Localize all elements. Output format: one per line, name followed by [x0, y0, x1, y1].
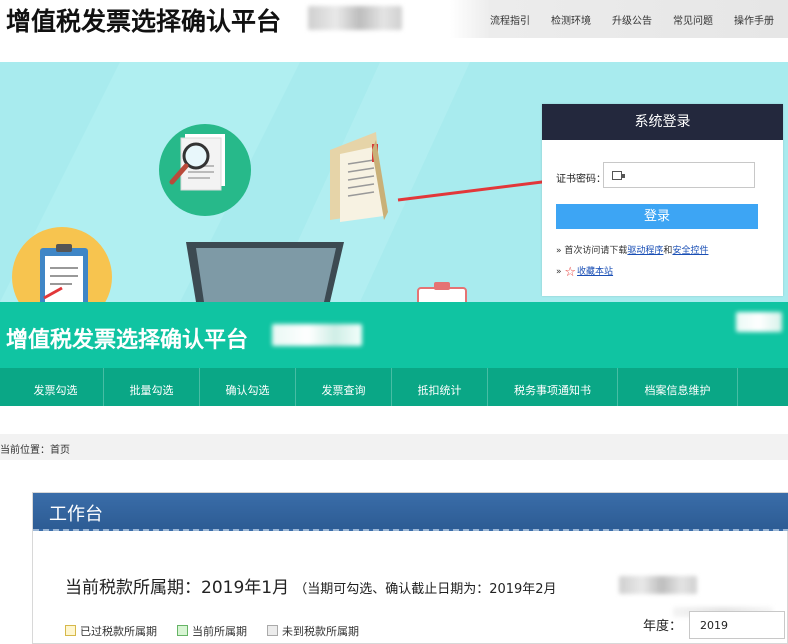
- legend-label: 当前所属期: [192, 625, 247, 638]
- bookmark-site-link[interactable]: 收藏本站: [577, 267, 613, 277]
- top-nav-process-guide[interactable]: 流程指引: [490, 12, 530, 27]
- legend-label: 未到税款所属期: [282, 625, 359, 638]
- note-bullet: »: [556, 267, 562, 277]
- site-title: 增值税发票选择确认平台: [6, 7, 282, 36]
- key-icon: [612, 171, 625, 180]
- nav-archive-maintenance[interactable]: 档案信息维护: [618, 368, 738, 406]
- top-nav: 流程指引 检测环境 升级公告 常见问题 操作手册: [450, 0, 788, 38]
- top-nav-check-environment[interactable]: 检测环境: [551, 12, 591, 27]
- breadcrumb: 当前位置：首页: [0, 445, 70, 456]
- legend-label: 已过税款所属期: [80, 625, 157, 638]
- note-bullet: »: [556, 246, 562, 256]
- check-deadline-text: （当期可勾选、确认截止日期为：2019年2月: [294, 582, 557, 597]
- redacted-text: [272, 324, 362, 346]
- tax-period-line: 当前税款所属期：2019年1月 （当期可勾选、确认截止日期为：2019年2月: [65, 573, 557, 598]
- nav-confirm-check[interactable]: 确认勾选: [200, 368, 296, 406]
- legend-swatch-past: [65, 625, 76, 636]
- nav-invoice-check[interactable]: 发票勾选: [8, 368, 104, 406]
- nav-tax-notice[interactable]: 税务事项通知书: [488, 368, 618, 406]
- workbench-title: 工作台: [49, 504, 103, 525]
- star-icon: ☆: [564, 265, 577, 280]
- driver-download-link[interactable]: 驱动程序: [627, 246, 663, 256]
- year-label: 年度：: [643, 619, 683, 634]
- first-visit-text: 首次访问请下载: [564, 246, 628, 256]
- login-panel: 系统登录 证书密码： 登录 » 首次访问请下载驱动程序和安全控件 » ☆收藏本站: [542, 104, 783, 296]
- small-clipboard-icon: [417, 282, 467, 302]
- workbench-header: 工作台: [33, 493, 788, 531]
- redacted-text: [736, 312, 782, 332]
- redacted-text: [308, 6, 402, 30]
- legend-future-period: 未到税款所属期: [267, 623, 359, 639]
- nav-invoice-query[interactable]: 发票查询: [296, 368, 392, 406]
- top-nav-faq[interactable]: 常见问题: [673, 12, 713, 27]
- legend-swatch-current: [177, 625, 188, 636]
- legend-current-period: 当前所属期: [177, 623, 247, 639]
- legend-past-period: 已过税款所属期: [65, 623, 157, 639]
- search-document-icon: [159, 124, 251, 216]
- laptop-icon: [186, 242, 344, 302]
- nav-deduction-stats[interactable]: 抵扣统计: [392, 368, 488, 406]
- certificate-password-label: 证书密码：: [556, 174, 606, 185]
- bookmark-note: » ☆收藏本站: [556, 264, 613, 280]
- top-nav-manual[interactable]: 操作手册: [734, 12, 774, 27]
- nav-batch-check[interactable]: 批量勾选: [104, 368, 200, 406]
- login-title: 系统登录: [542, 104, 783, 140]
- workbench-panel: 工作台 当前税款所属期：2019年1月 （当期可勾选、确认截止日期为：2019年…: [32, 492, 788, 644]
- main-nav: 发票勾选 批量勾选 确认勾选 发票查询 抵扣统计 税务事项通知书 档案信息维护: [0, 368, 788, 406]
- top-header: 增值税发票选择确认平台 流程指引 检测环境 升级公告 常见问题 操作手册: [0, 0, 788, 38]
- system-banner: 增值税发票选择确认平台 发票勾选 批量勾选 确认勾选 发票查询 抵扣统计 税务事…: [0, 302, 788, 406]
- first-visit-note: » 首次访问请下载驱动程序和安全控件: [556, 243, 708, 256]
- redacted-text: [619, 576, 697, 594]
- top-nav-upgrade-notice[interactable]: 升级公告: [612, 12, 652, 27]
- certificate-password-input[interactable]: [603, 162, 755, 188]
- current-tax-period: 当前税款所属期：2019年1月: [65, 578, 290, 598]
- banner-title: 增值税发票选择确认平台: [6, 328, 249, 353]
- year-select[interactable]: 2019: [689, 611, 785, 639]
- login-button[interactable]: 登录: [556, 204, 758, 229]
- breadcrumb-bar: 当前位置：首页: [0, 434, 788, 460]
- legend-swatch-future: [267, 625, 278, 636]
- security-control-link[interactable]: 安全控件: [672, 246, 708, 256]
